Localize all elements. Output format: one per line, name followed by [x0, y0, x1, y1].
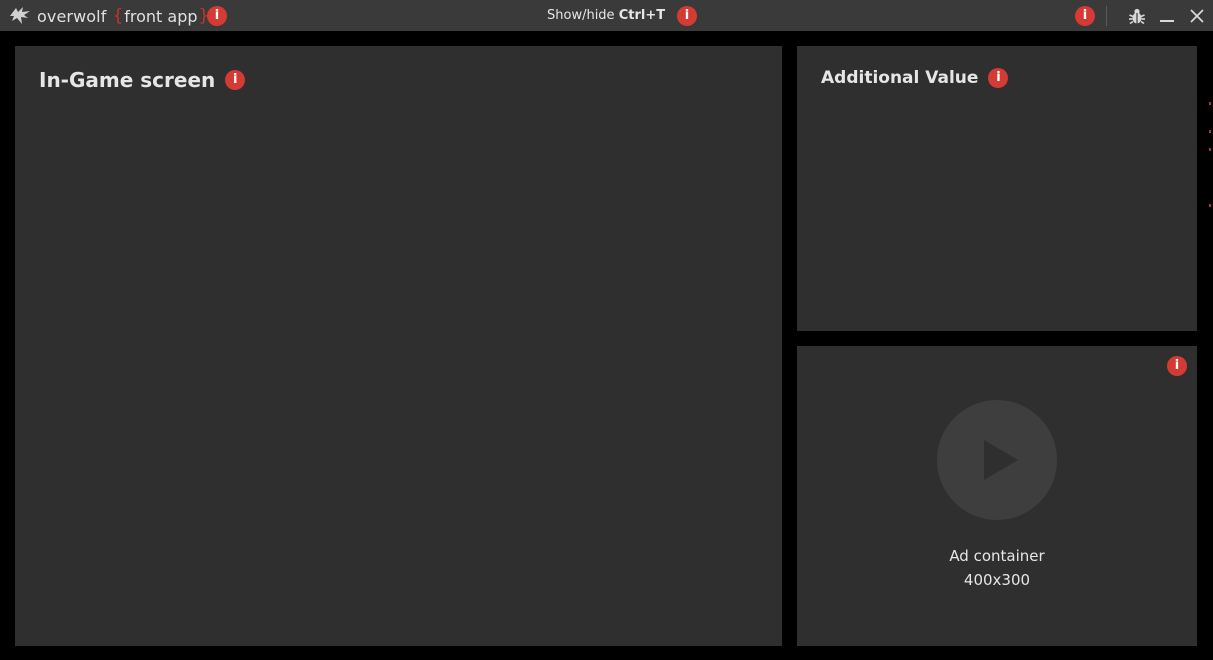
ad-container-panel: i Ad container 400x300 [797, 346, 1197, 646]
title-bar[interactable]: overwolf { front app } i Show/hide Ctrl+… [0, 0, 1213, 31]
additional-value-title: Additional Value i [821, 68, 1009, 88]
minimize-icon [1160, 20, 1174, 22]
report-bug-button[interactable] [1126, 5, 1148, 27]
play-button[interactable] [937, 400, 1057, 520]
bug-icon [1129, 8, 1145, 25]
in-game-screen-title: In-Game screen i [39, 68, 246, 92]
play-icon [984, 440, 1018, 480]
window-controls-info-icon[interactable]: i [1075, 6, 1095, 26]
toggle-hotkey-hint: Show/hide Ctrl+T [547, 8, 665, 23]
additional-value-info-icon[interactable]: i [988, 68, 1009, 88]
additional-value-panel: Additional Value i [797, 46, 1197, 331]
additional-value-title-text: Additional Value [821, 68, 979, 88]
in-game-screen-panel: In-Game screen i [15, 46, 782, 646]
brand-subtitle: front app [124, 6, 198, 26]
app-window: overwolf { front app } i Show/hide Ctrl+… [0, 0, 1213, 660]
brand-info-icon[interactable]: i [207, 6, 227, 26]
titlebar-divider [1106, 6, 1107, 26]
window-edge-marks [1209, 102, 1211, 207]
minimize-button[interactable] [1156, 5, 1178, 27]
close-icon [1190, 9, 1204, 23]
ad-container-size: 400x300 [963, 571, 1031, 589]
brand: overwolf { front app } [9, 4, 210, 28]
ad-container-label: Ad container [949, 547, 1045, 565]
in-game-screen-info-icon[interactable]: i [225, 70, 246, 90]
brand-name: overwolf [37, 6, 107, 26]
hotkey-info-icon[interactable]: i [677, 6, 697, 26]
hint-shortcut: Ctrl+T [618, 8, 666, 23]
hint-prefix: Show/hide [547, 8, 615, 23]
close-button[interactable] [1186, 5, 1208, 27]
brand-brace-open: { [112, 6, 124, 26]
overwolf-logo-icon [10, 7, 30, 24]
in-game-screen-title-text: In-Game screen [39, 68, 216, 92]
ad-info-icon[interactable]: i [1167, 356, 1187, 376]
